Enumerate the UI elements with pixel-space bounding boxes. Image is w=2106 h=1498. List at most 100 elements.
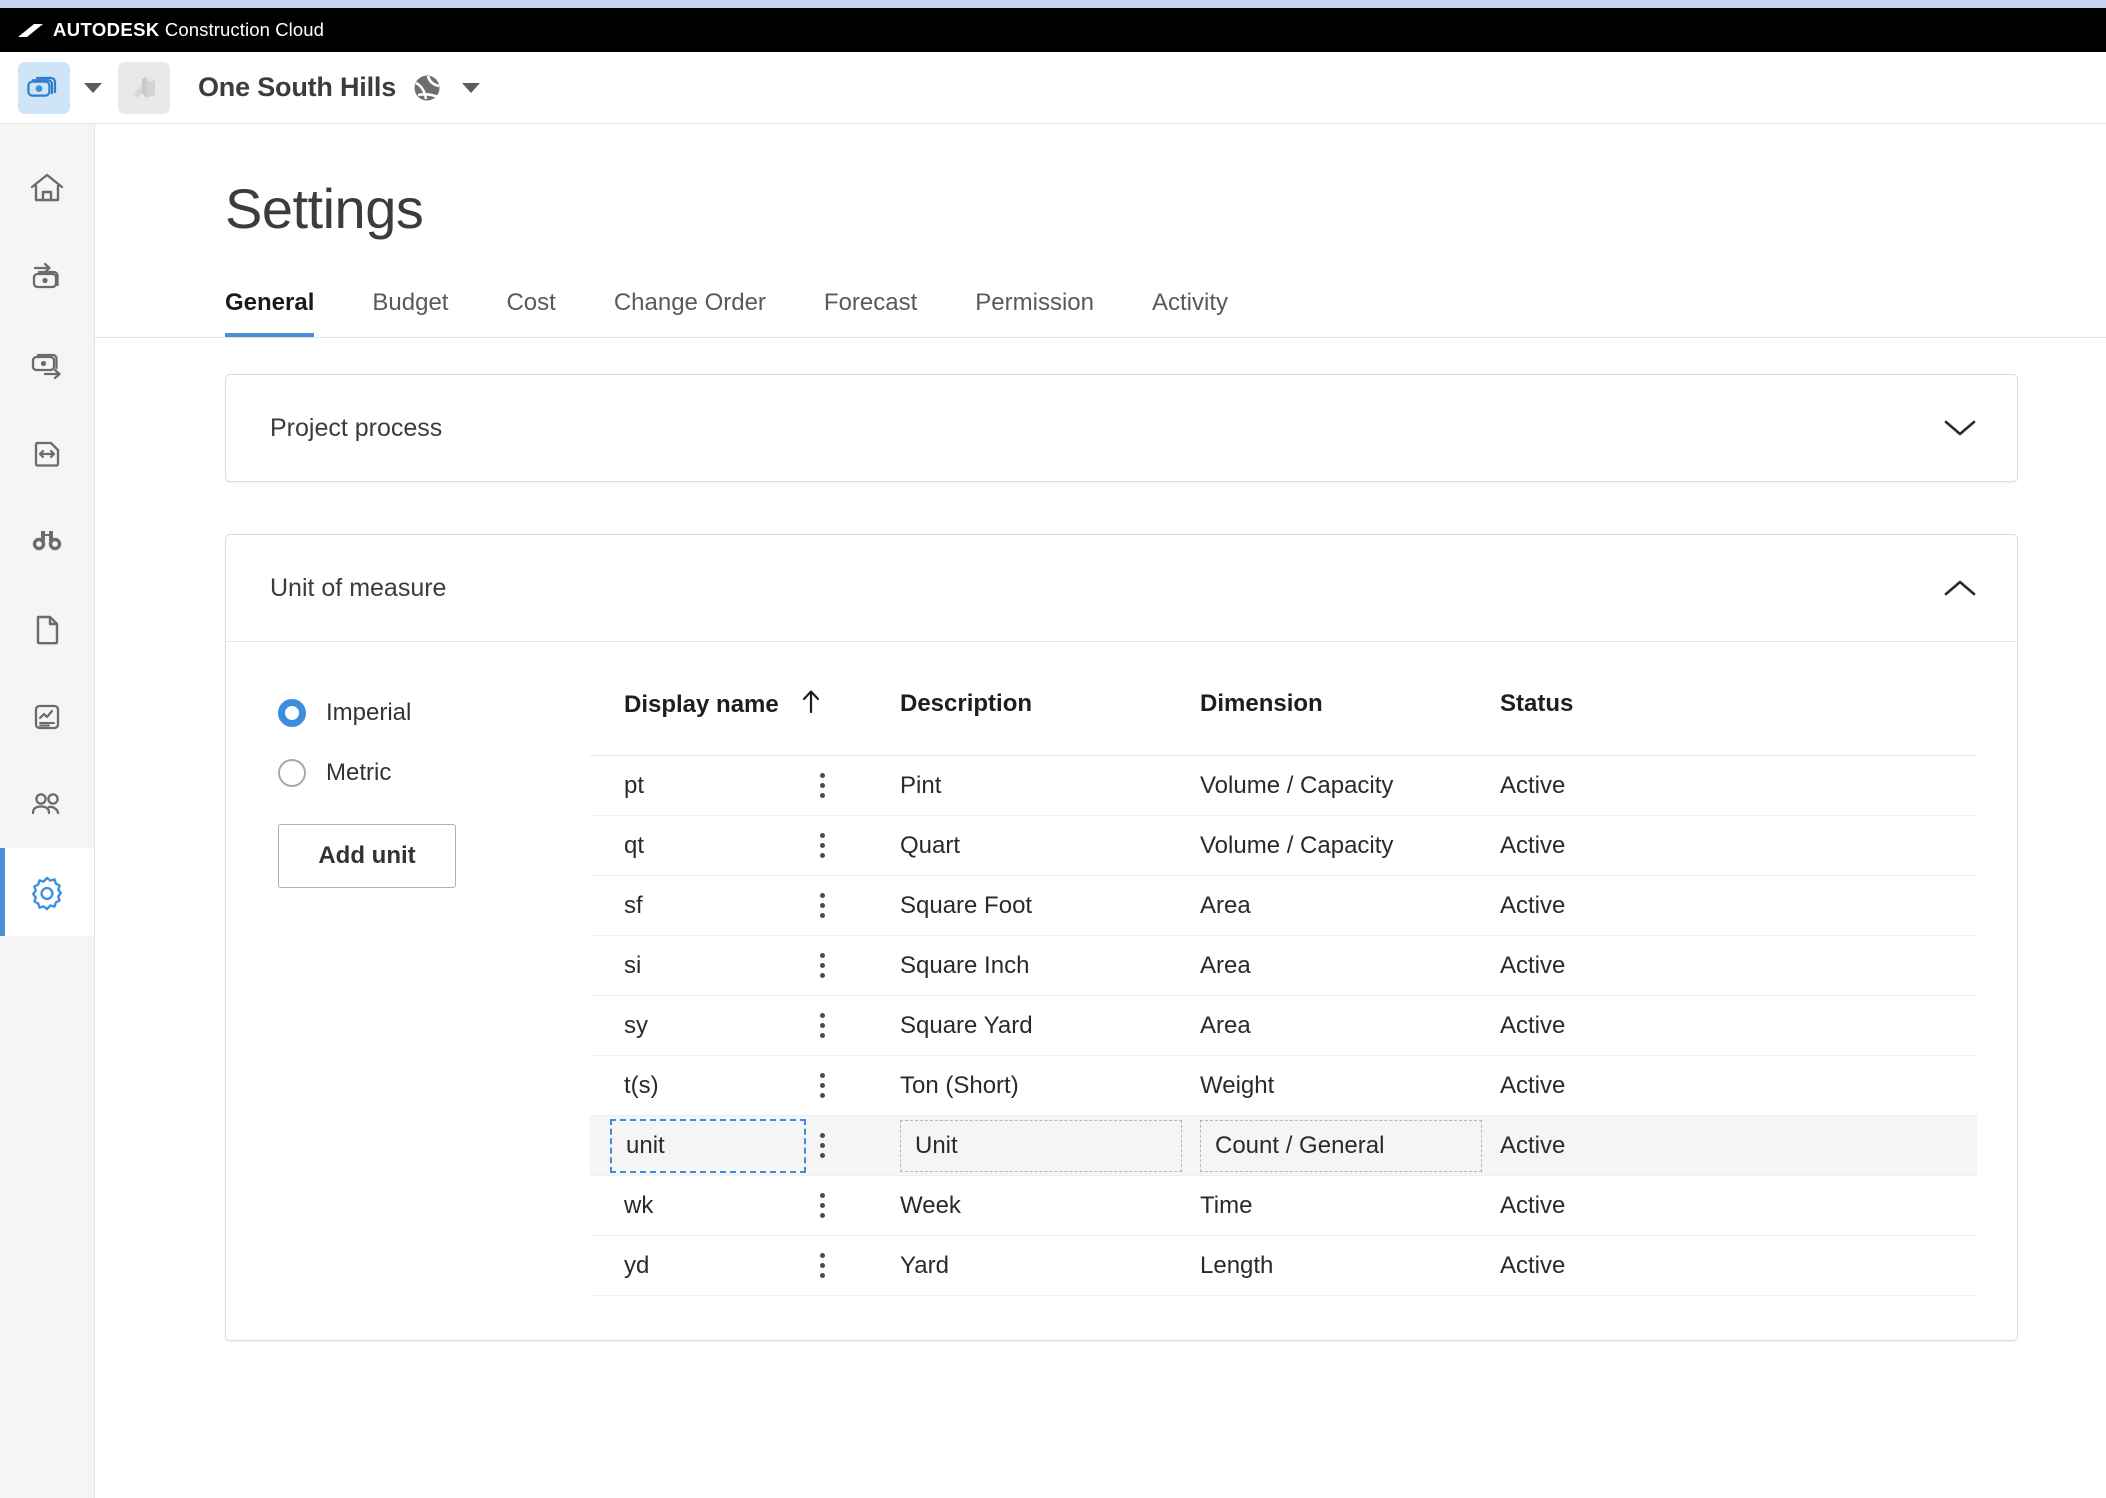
project-name[interactable]: One South Hills (198, 72, 396, 103)
chevron-up-icon[interactable] (1943, 578, 1977, 598)
row-menu-button[interactable] (745, 815, 900, 876)
tab-permission[interactable]: Permission (975, 289, 1094, 337)
cell-status: Active (1500, 1235, 1977, 1296)
row-menu-button[interactable] (745, 875, 900, 936)
description-input[interactable]: Unit (900, 1119, 1182, 1172)
radio-metric-label: Metric (326, 759, 392, 786)
project-process-title: Project process (270, 413, 443, 442)
row-menu-button[interactable] (745, 1235, 900, 1296)
cell-status: Active (1500, 815, 1977, 876)
table-row[interactable]: yd Yard Length Active (590, 1235, 1977, 1296)
money-in-icon (27, 256, 67, 296)
cell-display-name-editable[interactable]: unit (590, 1115, 806, 1176)
tab-change-order[interactable]: Change Order (614, 289, 766, 337)
module-switcher-button[interactable] (18, 61, 70, 114)
project-building-button[interactable] (118, 61, 170, 114)
cell-dimension: Volume / Capacity (1200, 815, 1500, 876)
tab-cost[interactable]: Cost (506, 289, 555, 337)
cell-display-name: si (590, 935, 745, 996)
sidebar-item-change-order[interactable] (0, 408, 94, 496)
table-row-editing[interactable]: unit Unit Count / General Active (590, 1115, 1977, 1176)
table-row[interactable]: si Square Inch Area Active (590, 935, 1977, 996)
sidebar-item-income[interactable] (0, 232, 94, 320)
cell-dimension: Area (1200, 875, 1500, 936)
cell-description: Week (900, 1175, 1200, 1236)
autodesk-logo-icon (18, 23, 44, 38)
unit-of-measure-card: Unit of measure Imperial Metric Add unit… (225, 534, 2018, 1341)
tab-forecast[interactable]: Forecast (824, 289, 917, 337)
unit-of-measure-card-header[interactable]: Unit of measure (226, 535, 2017, 641)
sidebar-item-documents[interactable] (0, 584, 94, 672)
sidebar-item-expense[interactable] (0, 320, 94, 408)
row-menu-button[interactable] (745, 995, 900, 1056)
table-row[interactable]: sy Square Yard Area Active (590, 995, 1977, 1056)
more-vertical-icon (745, 816, 900, 875)
row-menu-button[interactable] (745, 1055, 900, 1116)
project-selector-caret-icon[interactable] (462, 82, 481, 93)
cell-description: Ton (Short) (900, 1055, 1200, 1116)
sidebar-item-settings[interactable] (0, 848, 94, 936)
column-header-display-name[interactable]: Display name (590, 682, 900, 756)
radio-imperial-label: Imperial (326, 699, 412, 726)
money-out-icon (27, 344, 67, 384)
main-content: Settings General Budget Cost Change Orde… (95, 124, 2106, 1498)
column-header-status[interactable]: Status (1500, 682, 1977, 756)
cell-display-name: pt (590, 755, 745, 816)
table-row[interactable]: wk Week Time Active (590, 1175, 1977, 1236)
table-header-row: Display name Description Dimension Statu… (590, 682, 1977, 756)
sidebar-item-home[interactable] (0, 144, 94, 232)
cell-status: Active (1500, 755, 1977, 816)
cell-description-editable[interactable]: Unit (900, 1115, 1200, 1176)
cell-description: Quart (900, 815, 1200, 876)
tab-general[interactable]: General (225, 289, 315, 337)
cell-status: Active (1500, 1175, 1977, 1236)
module-switcher-caret-icon[interactable] (84, 82, 102, 93)
column-header-description[interactable]: Description (900, 682, 1200, 756)
radio-option-metric[interactable]: Metric (270, 756, 560, 790)
page-icon (27, 608, 67, 648)
radio-imperial-indicator[interactable] (278, 699, 306, 727)
more-vertical-icon (745, 876, 900, 935)
row-menu-button[interactable] (745, 1175, 900, 1236)
table-row[interactable]: sf Square Foot Area Active (590, 875, 1977, 936)
row-menu-button[interactable] (745, 755, 900, 816)
sidebar-item-members[interactable] (0, 760, 94, 848)
arrow-up-icon[interactable] (801, 688, 821, 714)
cell-dimension: Area (1200, 935, 1500, 996)
table-head: Display name Description Dimension Statu… (590, 682, 1977, 756)
left-nav-rail (0, 124, 95, 1498)
table-row[interactable]: t(s) Ton (Short) Weight Active (590, 1055, 1977, 1116)
brand-autodesk: AUTODESK (53, 19, 160, 40)
cell-display-name: t(s) (590, 1055, 745, 1116)
tab-budget[interactable]: Budget (372, 289, 448, 337)
cell-dimension-editable[interactable]: Count / General (1200, 1115, 1500, 1176)
dimension-select[interactable]: Count / General (1200, 1119, 1482, 1172)
cell-display-name: yd (590, 1235, 745, 1296)
cell-display-name: sy (590, 995, 745, 1056)
radio-option-imperial[interactable]: Imperial (270, 696, 560, 730)
table-row[interactable]: qt Quart Volume / Capacity Active (590, 815, 1977, 876)
row-menu-button[interactable] (745, 935, 900, 996)
document-arrows-icon (27, 432, 67, 472)
gear-icon (26, 871, 68, 913)
page-title: Settings (225, 177, 424, 240)
project-process-card-header[interactable]: Project process (226, 375, 2017, 481)
radio-metric-indicator[interactable] (278, 759, 306, 787)
display-name-input[interactable]: unit (610, 1118, 806, 1173)
sidebar-item-reports[interactable] (0, 672, 94, 760)
unit-of-measure-table: Display name Description Dimension Statu… (590, 682, 1977, 1296)
chevron-down-icon[interactable] (1943, 418, 1977, 438)
cell-dimension: Area (1200, 995, 1500, 1056)
project-process-card: Project process (225, 374, 2018, 482)
unit-of-measure-card-body: Imperial Metric Add unit Display name De… (226, 641, 2017, 1340)
table-row[interactable]: pt Pint Volume / Capacity Active (590, 755, 1977, 816)
add-unit-button[interactable]: Add unit (278, 824, 456, 888)
column-header-dimension[interactable]: Dimension (1200, 682, 1500, 756)
settings-tabs: General Budget Cost Change Order Forecas… (95, 289, 2106, 338)
more-vertical-icon (745, 936, 900, 995)
tab-activity[interactable]: Activity (1152, 289, 1228, 337)
more-vertical-icon (745, 756, 900, 815)
cell-description: Pint (900, 755, 1200, 816)
cell-dimension: Length (1200, 1235, 1500, 1296)
sidebar-item-forecast[interactable] (0, 496, 94, 584)
